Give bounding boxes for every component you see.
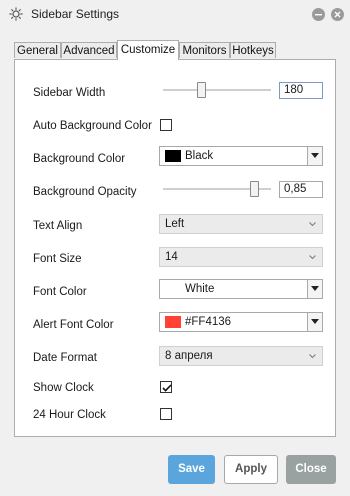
background-opacity-label: Background Opacity bbox=[33, 186, 137, 198]
tab-monitors[interactable]: Monitors bbox=[179, 42, 230, 58]
save-button[interactable]: Save bbox=[168, 455, 215, 484]
font-color-picker[interactable]: White bbox=[159, 279, 323, 299]
background-color-dropdown-button[interactable] bbox=[307, 147, 322, 165]
tab-customize[interactable]: Customize bbox=[117, 40, 179, 60]
show-clock-label: Show Clock bbox=[33, 382, 94, 394]
alert-font-color-picker[interactable]: #FF4136 bbox=[159, 312, 323, 332]
font-size-value: 14 bbox=[165, 251, 178, 263]
date-format-value: 8 апреля bbox=[165, 350, 213, 362]
customize-panel: Sidebar Width 180 Auto Background Color … bbox=[14, 59, 336, 437]
24-hour-clock-label: 24 Hour Clock bbox=[33, 409, 106, 421]
tab-advanced[interactable]: Advanced bbox=[61, 42, 117, 58]
sidebar-width-slider-thumb[interactable] bbox=[197, 82, 207, 98]
auto-background-color-label: Auto Background Color bbox=[33, 120, 152, 132]
window-title: Sidebar Settings bbox=[31, 7, 120, 21]
sidebar-width-slider[interactable] bbox=[163, 89, 271, 91]
alert-font-color-label: Alert Font Color bbox=[33, 319, 114, 331]
background-opacity-slider-thumb[interactable] bbox=[250, 181, 260, 197]
show-clock-checkbox[interactable] bbox=[160, 381, 172, 393]
date-format-dropdown[interactable]: 8 апреля bbox=[159, 346, 323, 366]
sidebar-width-input[interactable]: 180 bbox=[279, 82, 323, 99]
auto-background-color-checkbox[interactable] bbox=[160, 119, 172, 131]
chevron-down-icon bbox=[309, 255, 316, 259]
alert-font-color-dropdown-button[interactable] bbox=[307, 313, 322, 331]
minimize-button[interactable] bbox=[312, 8, 325, 21]
chevron-down-icon bbox=[311, 153, 319, 158]
chevron-down-icon bbox=[309, 222, 316, 226]
chevron-down-icon bbox=[311, 319, 319, 324]
gear-icon bbox=[8, 6, 24, 22]
text-align-label: Text Align bbox=[33, 220, 83, 232]
font-color-label: Font Color bbox=[33, 286, 87, 298]
text-align-dropdown[interactable]: Left bbox=[159, 214, 323, 234]
close-window-button[interactable] bbox=[331, 8, 344, 21]
tab-general[interactable]: General bbox=[14, 42, 61, 58]
close-button[interactable]: Close bbox=[286, 455, 336, 484]
background-opacity-input[interactable]: 0,85 bbox=[279, 181, 323, 198]
text-align-value: Left bbox=[165, 218, 185, 230]
title-bar: Sidebar Settings bbox=[0, 0, 350, 28]
chevron-down-icon bbox=[309, 354, 316, 358]
font-color-dropdown-button[interactable] bbox=[307, 280, 322, 298]
font-size-dropdown[interactable]: 14 bbox=[159, 247, 323, 267]
date-format-label: Date Format bbox=[33, 352, 97, 364]
font-color-value: White bbox=[185, 283, 215, 295]
background-color-swatch bbox=[165, 150, 181, 162]
sidebar-width-label: Sidebar Width bbox=[33, 87, 106, 99]
background-color-value: Black bbox=[185, 150, 214, 162]
background-color-picker[interactable]: Black bbox=[159, 146, 323, 166]
24-hour-clock-checkbox[interactable] bbox=[160, 408, 172, 420]
font-size-label: Font Size bbox=[33, 253, 82, 265]
tab-hotkeys[interactable]: Hotkeys bbox=[230, 42, 276, 58]
alert-font-color-swatch bbox=[165, 316, 181, 328]
background-color-label: Background Color bbox=[33, 153, 126, 165]
chevron-down-icon bbox=[311, 286, 319, 291]
apply-button[interactable]: Apply bbox=[224, 455, 278, 484]
alert-font-color-value: #FF4136 bbox=[185, 316, 232, 328]
checkmark-icon bbox=[162, 384, 172, 392]
font-color-swatch bbox=[165, 283, 181, 295]
